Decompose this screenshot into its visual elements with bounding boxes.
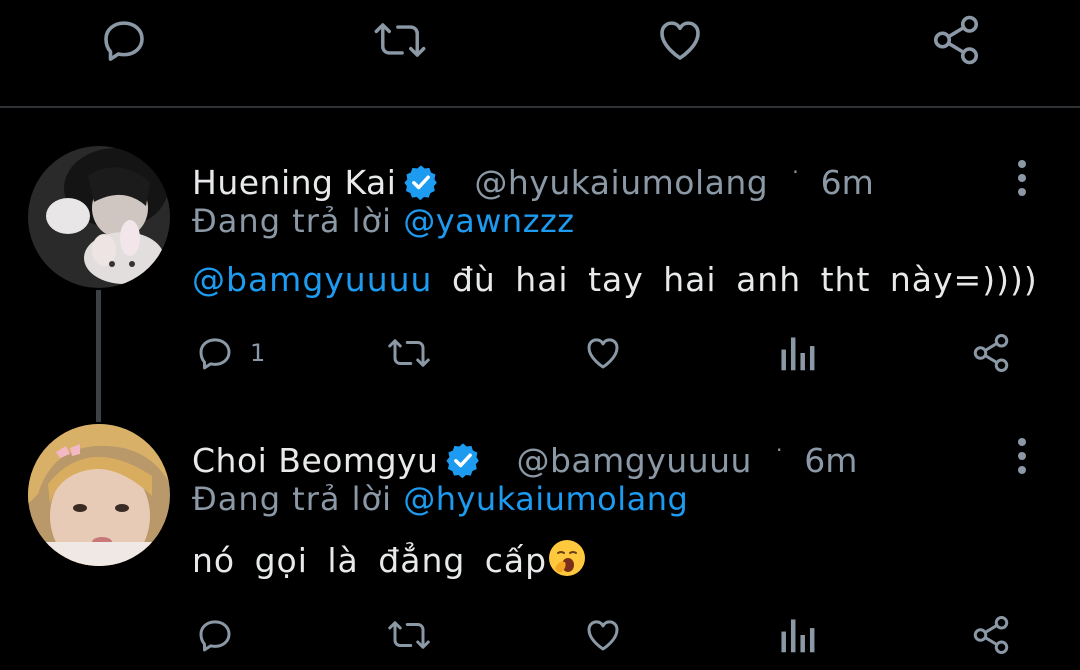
share-icon[interactable] [970, 332, 1012, 374]
tweet-body: đù hai tay hai anh tht này=)))) [432, 260, 1038, 299]
reply-icon[interactable] [194, 614, 236, 656]
separator-dot: · [792, 160, 799, 184]
separator-dot: · [775, 438, 783, 462]
replying-to-line: Đang trả lời @yawnzzz [192, 202, 575, 240]
tweet-body: nó gọi là đẳng cấp [192, 541, 548, 580]
verified-badge-icon [402, 163, 440, 201]
reply-icon[interactable] [96, 12, 152, 68]
heart-icon[interactable] [582, 614, 624, 656]
heart-icon[interactable] [652, 12, 708, 68]
share-icon[interactable] [970, 614, 1012, 656]
timestamp[interactable]: 6m [821, 163, 874, 202]
reply-icon [199, 338, 231, 370]
more-options-icon[interactable] [1010, 434, 1034, 478]
more-options-icon[interactable] [1010, 156, 1034, 200]
heart-icon[interactable] [582, 332, 624, 374]
tweet-actions [0, 614, 1080, 664]
divider [0, 106, 1080, 108]
analytics-icon[interactable] [778, 332, 816, 374]
share-icon[interactable] [928, 12, 984, 68]
tweet-text: @bamgyuuuu đù hai tay hai anh tht này=))… [192, 260, 1038, 299]
analytics-icon[interactable] [778, 614, 816, 656]
replying-to-mention[interactable]: @yawnzzz [403, 202, 574, 240]
tweet-text: nó gọi là đẳng cấp [192, 538, 587, 580]
previous-tweet-actions [0, 0, 1080, 106]
display-name[interactable]: Huening Kai [192, 163, 396, 202]
display-name[interactable]: Choi Beomgyu [192, 441, 438, 480]
replying-to-mention[interactable]: @hyukaiumolang [403, 480, 688, 518]
mention-link[interactable]: @bamgyuuuu [192, 260, 432, 299]
retweet-icon[interactable] [386, 332, 432, 374]
retweet-icon[interactable] [372, 12, 428, 68]
replying-to-line: Đang trả lời @hyukaiumolang [192, 480, 688, 518]
avatar[interactable] [28, 146, 170, 288]
user-handle[interactable]: @hyukaiumolang [474, 163, 768, 202]
yawning-face-emoji-icon [547, 538, 587, 578]
verified-badge-icon [444, 441, 482, 479]
reply-button[interactable]: 1 [194, 332, 265, 374]
user-handle[interactable]: @bamgyuuuu [516, 441, 751, 480]
avatar[interactable] [28, 424, 170, 566]
tweet-header: Choi Beomgyu @bamgyuuuu · 6m [192, 438, 857, 482]
retweet-icon[interactable] [386, 614, 432, 656]
replying-to-label: Đang trả lời [192, 202, 393, 240]
tweet-actions: 1 [0, 332, 1080, 382]
timestamp[interactable]: 6m [804, 441, 857, 480]
replying-to-label: Đang trả lời [192, 480, 393, 518]
tweet-header: Huening Kai @hyukaiumolang · 6m [192, 160, 874, 204]
reply-count: 1 [250, 339, 266, 367]
